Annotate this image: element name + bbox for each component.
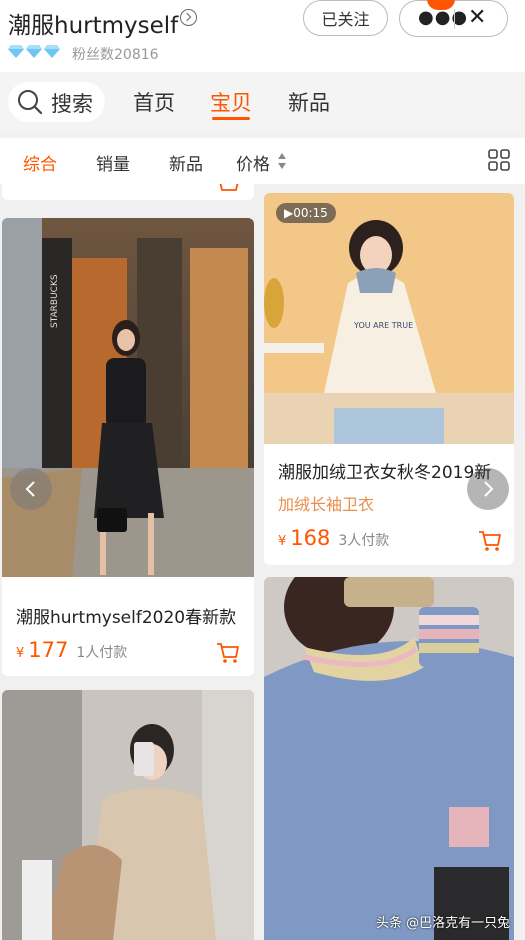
close-icon[interactable]: ✕ (468, 5, 486, 30)
sold-count: 1人付款 (76, 645, 128, 661)
tab-products[interactable]: 宝贝 (210, 87, 252, 117)
follow-button[interactable]: 已关注 (303, 0, 388, 36)
more-dots-icon[interactable]: ●●● (418, 9, 468, 27)
sort-overall[interactable]: 综合 (23, 150, 57, 175)
sort-bar: 综合 销量 新品 价格 (0, 138, 525, 184)
product-subtitle: 加绒长袖卫衣 (278, 495, 375, 514)
shop-name[interactable]: 潮服hurtmyself (8, 6, 178, 40)
cart-icon[interactable] (216, 642, 240, 664)
fans-count: 粉丝数20816 (72, 47, 159, 63)
cart-icon[interactable] (478, 530, 502, 552)
diamond-icon (8, 45, 24, 58)
mini-program-capsule: ●●● ✕ (399, 0, 508, 37)
sort-toggle-icon (278, 153, 286, 169)
diamond-icon (26, 45, 42, 58)
cart-icon[interactable] (218, 184, 240, 192)
product-photo (264, 577, 514, 940)
product-photo (2, 690, 254, 940)
shop-info-chevron-icon[interactable] (180, 9, 197, 26)
product-photo: STARBUCKS (2, 218, 254, 577)
diamond-icon (44, 45, 60, 58)
search-label: 搜索 (51, 92, 93, 116)
active-tab-indicator (212, 117, 250, 120)
product-card-partial[interactable] (2, 184, 254, 200)
product-card[interactable] (2, 690, 254, 940)
shop-level-diamonds (8, 44, 60, 58)
svg-text:YOU ARE TRUE: YOU ARE TRUE (353, 321, 413, 330)
product-feed[interactable]: STARBUCKS 潮服hurtmyself2020春新款 ¥ 177 1人付款 (0, 184, 525, 940)
shop-nav: 搜索 首页 宝贝 新品 (0, 72, 525, 130)
product-title[interactable]: 潮服hurtmyself2020春新款 (16, 603, 236, 628)
capsule-divider (454, 9, 455, 29)
shop-header: 潮服hurtmyself 粉丝数20816 已关注 ●●● ✕ ··· (0, 0, 525, 72)
product-card[interactable]: YOU ARE TRUE ▶00:15 潮服加绒卫衣女秋冬2019新 加绒长袖卫… (264, 193, 514, 565)
chevron-left-icon (25, 481, 35, 497)
search-icon (18, 90, 43, 115)
grid-view-icon[interactable] (488, 149, 510, 171)
sold-count: 3人付款 (338, 533, 390, 549)
product-price: 177 (28, 638, 69, 662)
currency-symbol: ¥ (278, 534, 287, 549)
product-card[interactable] (264, 577, 514, 940)
search-button[interactable]: 搜索 (8, 82, 105, 122)
price-row: ¥ 168 3人付款 (278, 526, 389, 550)
product-card[interactable]: STARBUCKS 潮服hurtmyself2020春新款 ¥ 177 1人付款 (2, 218, 254, 676)
tab-new-arrivals[interactable]: 新品 (288, 87, 330, 117)
product-photo: YOU ARE TRUE (264, 193, 514, 444)
product-price: 168 (290, 526, 331, 550)
watermark: 头条 @巴洛克有一只兔 (376, 916, 511, 931)
currency-symbol: ¥ (16, 646, 25, 661)
carousel-prev-button[interactable] (10, 468, 52, 510)
video-duration-badge: ▶00:15 (276, 203, 336, 223)
sort-newest[interactable]: 新品 (169, 150, 203, 175)
sort-price[interactable]: 价格 (236, 150, 270, 175)
price-row: ¥ 177 1人付款 (16, 638, 127, 662)
tab-home[interactable]: 首页 (133, 87, 175, 117)
sort-sales[interactable]: 销量 (96, 150, 130, 175)
product-title[interactable]: 潮服加绒卫衣女秋冬2019新 (278, 458, 491, 483)
svg-text:STARBUCKS: STARBUCKS (50, 274, 60, 328)
